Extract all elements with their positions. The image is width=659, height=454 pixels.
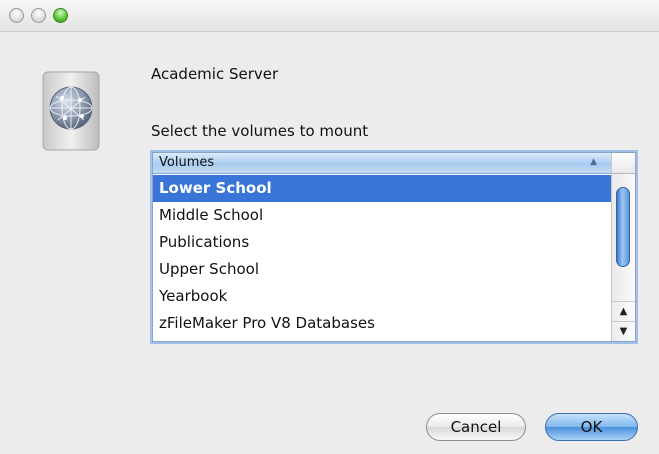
column-header-volumes[interactable]: Volumes ▲: [153, 153, 611, 174]
column-header-label: Volumes: [159, 155, 215, 170]
header-corner: [611, 153, 635, 174]
mount-prompt: Select the volumes to mount: [151, 122, 369, 140]
scroll-down-arrow-icon[interactable]: ▼: [612, 321, 635, 341]
server-name: Academic Server: [151, 65, 279, 83]
scroll-up-arrow-icon[interactable]: ▲: [612, 301, 635, 321]
list-item[interactable]: Yearbook: [153, 283, 611, 310]
title-bar: [0, 0, 659, 32]
scrollbar-thumb[interactable]: [616, 187, 630, 267]
close-window-button[interactable]: [9, 8, 24, 23]
list-item[interactable]: Lower School: [153, 175, 611, 202]
minimize-window-button[interactable]: [31, 8, 46, 23]
zoom-window-button[interactable]: [53, 8, 68, 23]
list-item[interactable]: Middle School: [153, 202, 611, 229]
cancel-button[interactable]: Cancel: [426, 413, 526, 441]
list-item[interactable]: Upper School: [153, 256, 611, 283]
volumes-list[interactable]: Volumes ▲ Lower School Middle School Pub…: [152, 152, 636, 342]
volume-rows: Lower School Middle School Publications …: [153, 175, 611, 337]
network-server-globe-icon: [40, 70, 102, 152]
list-item[interactable]: Publications: [153, 229, 611, 256]
list-item[interactable]: zFileMaker Pro V8 Databases: [153, 310, 611, 337]
ok-button[interactable]: OK: [545, 413, 638, 441]
vertical-scrollbar[interactable]: ▲ ▼: [611, 174, 635, 341]
sort-ascending-icon: ▲: [590, 157, 597, 167]
